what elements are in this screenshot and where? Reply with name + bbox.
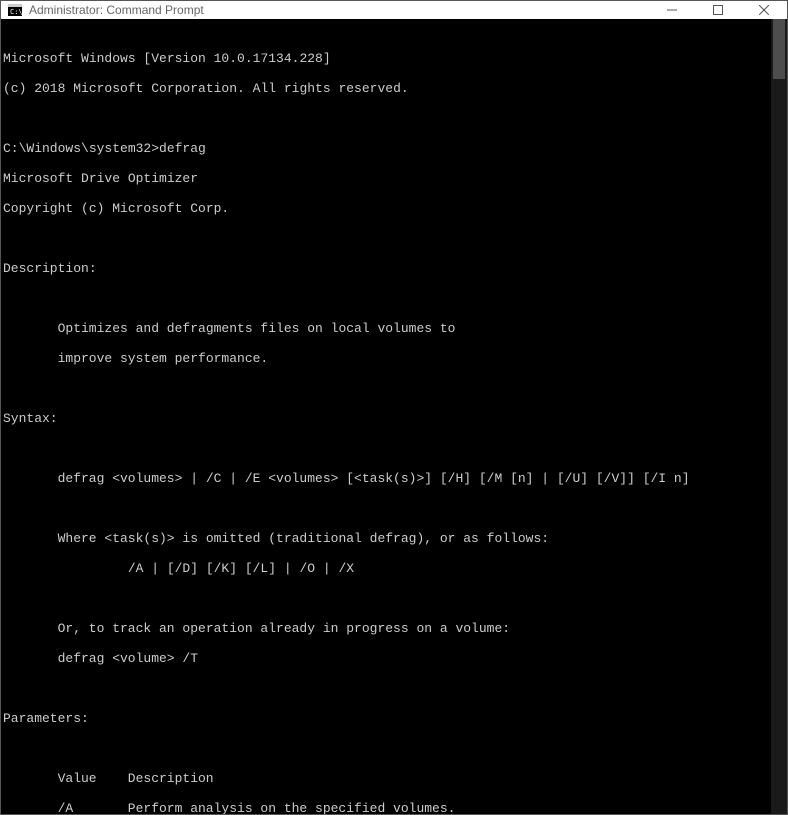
titlebar[interactable]: C:\ Administrator: Command Prompt — [1, 1, 787, 19]
svg-text:C:\: C:\ — [10, 8, 22, 16]
description-text-2: improve system performance. — [3, 351, 785, 366]
command-prompt-window: C:\ Administrator: Command Prompt Micros… — [0, 0, 788, 815]
prompt-path: C:\Windows\system32> — [3, 141, 159, 156]
maximize-button[interactable] — [695, 1, 741, 19]
tool-name: Microsoft Drive Optimizer — [3, 171, 785, 186]
close-button[interactable] — [741, 1, 787, 19]
window-title: Administrator: Command Prompt — [29, 3, 204, 17]
minimize-button[interactable] — [649, 1, 695, 19]
prompt-command: defrag — [159, 141, 206, 156]
description-text-1: Optimizes and defragments files on local… — [3, 321, 785, 336]
syntax-line-3: /A | [/D] [/K] [/L] | /O | /X — [3, 561, 785, 576]
parameter-description: Perform analysis on the specified volume… — [128, 801, 456, 814]
tool-copyright: Copyright (c) Microsoft Corp. — [3, 201, 785, 216]
syntax-line-4: Or, to track an operation already in pro… — [3, 621, 785, 636]
cmd-app-icon: C:\ — [7, 2, 23, 18]
header-line-2: (c) 2018 Microsoft Corporation. All righ… — [3, 81, 785, 96]
parameter-value: /A — [58, 801, 128, 814]
syntax-line-2: Where <task(s)> is omitted (traditional … — [3, 531, 785, 546]
header-line-1: Microsoft Windows [Version 10.0.17134.22… — [3, 51, 785, 66]
scrollbar-track[interactable] — [771, 19, 787, 814]
parameter-row: /APerform analysis on the specified volu… — [3, 801, 785, 814]
window-controls — [649, 1, 787, 19]
syntax-heading: Syntax: — [3, 411, 785, 426]
parameters-heading: Parameters: — [3, 711, 785, 726]
prompt-line-1: C:\Windows\system32>defrag — [3, 141, 785, 156]
description-heading: Description: — [3, 261, 785, 276]
scrollbar-thumb[interactable] — [773, 19, 785, 79]
syntax-line-1: defrag <volumes> | /C | /E <volumes> [<t… — [3, 471, 785, 486]
console-output[interactable]: Microsoft Windows [Version 10.0.17134.22… — [1, 19, 787, 814]
syntax-line-5: defrag <volume> /T — [3, 651, 785, 666]
param-header-value: Value — [58, 771, 128, 786]
parameters-header-row: ValueDescription — [3, 771, 785, 786]
param-header-desc: Description — [128, 771, 214, 786]
